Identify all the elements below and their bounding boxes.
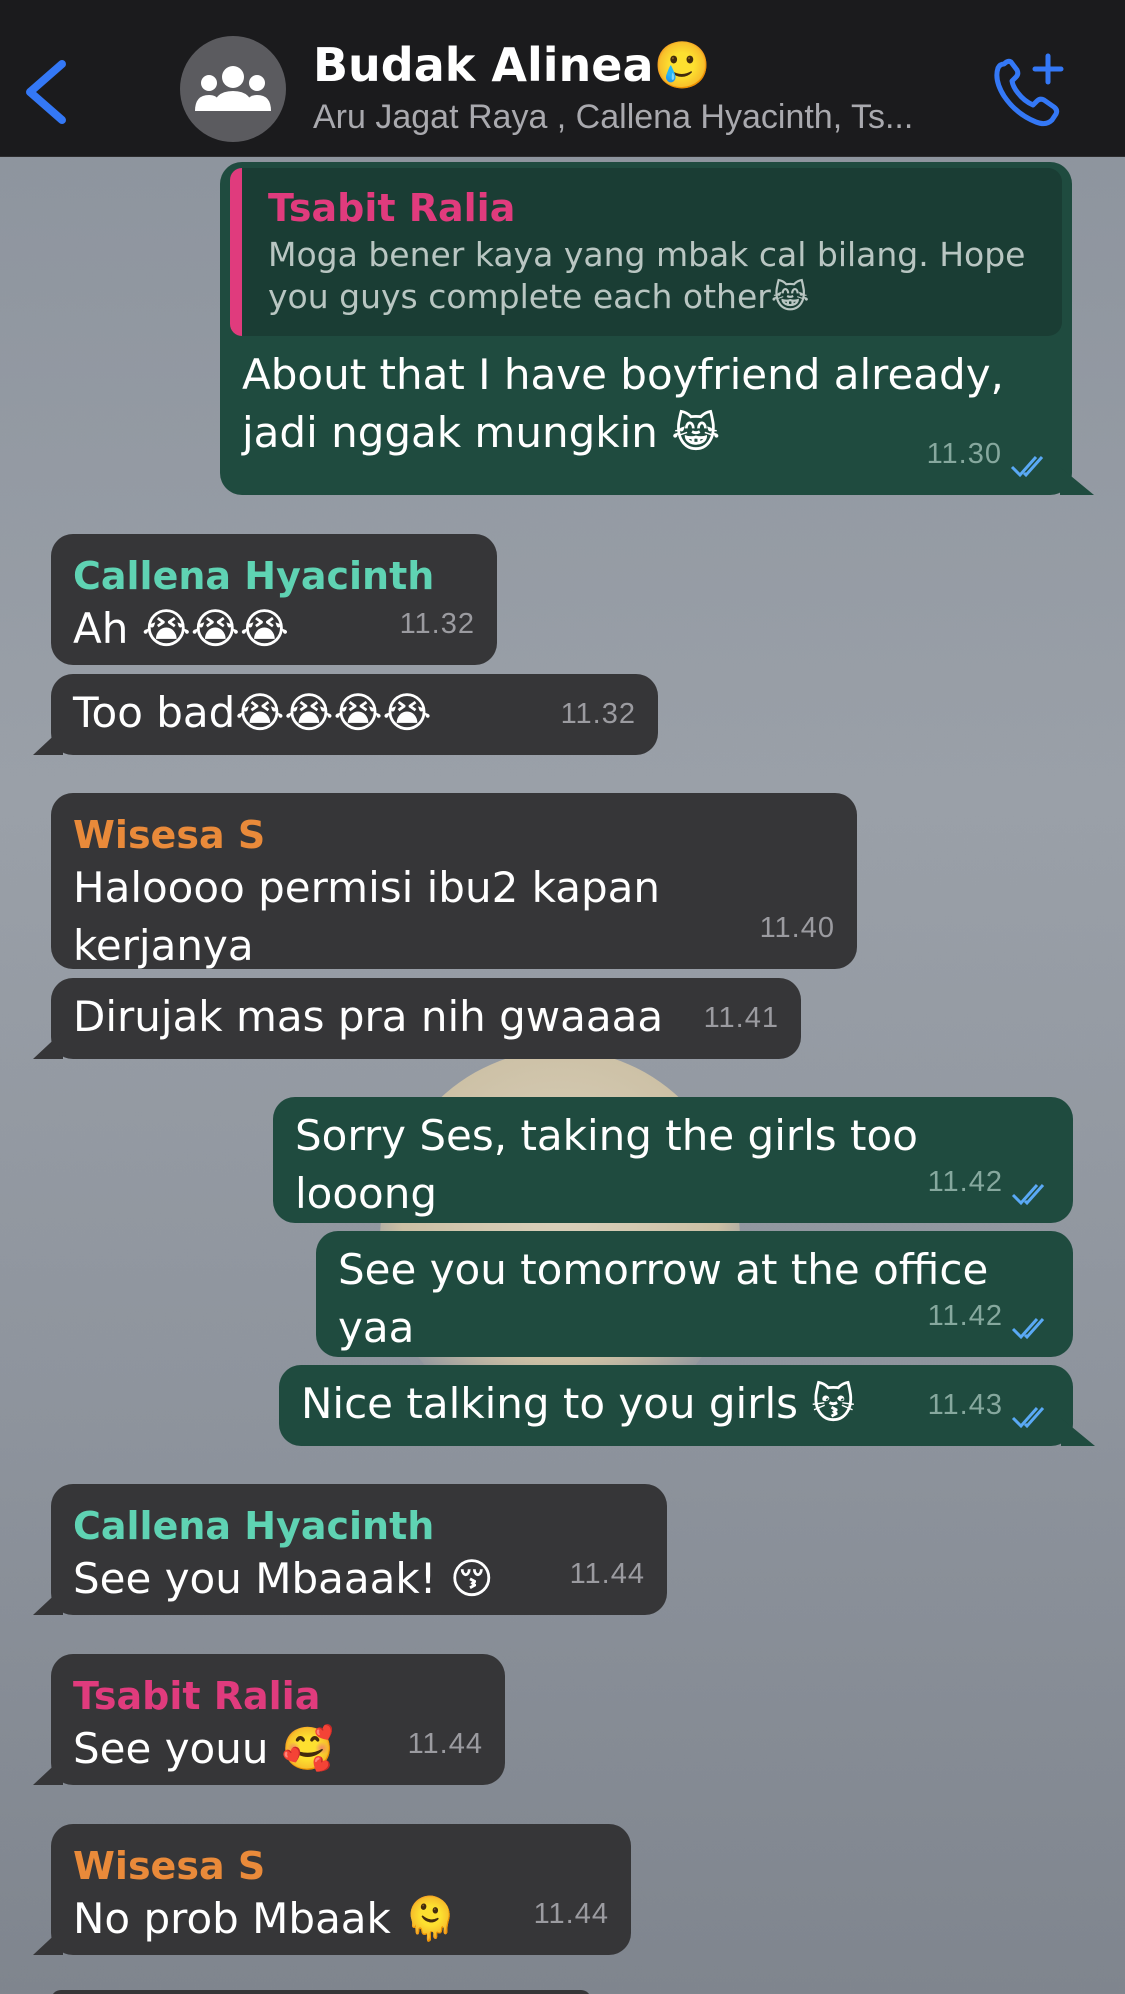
bubble-tail — [1061, 1418, 1095, 1446]
phone-plus-icon — [994, 53, 1064, 127]
quoted-sender: Tsabit Ralia — [268, 186, 516, 230]
message-bubble-incoming[interactable]: Callena Hyacinth See you Mbaaak! 😚 11.44 — [33, 1484, 667, 1615]
group-avatar[interactable] — [180, 36, 286, 142]
bubble-tail — [33, 1031, 63, 1059]
sender-name: Wisesa S — [73, 813, 266, 857]
message-bubble-incoming[interactable]: Wisesa S No prob Mbaak 🫠 11.44 — [33, 1824, 631, 1955]
message-time: 11.43 — [927, 1389, 1003, 1421]
message-bubble-outgoing[interactable]: Nice talking to you girls 😽 11.43 — [279, 1365, 1095, 1446]
read-ticks-icon — [1011, 1318, 1045, 1340]
bubble-tail — [1060, 467, 1094, 495]
sender-name: Callena Hyacinth — [73, 554, 435, 598]
message-bubble-incoming[interactable]: Tsabit Ralia See youu 🥰 11.44 — [33, 1654, 505, 1785]
bubble-tail — [33, 727, 63, 755]
read-ticks-icon — [1011, 1407, 1045, 1429]
add-call-button[interactable] — [990, 50, 1070, 130]
sender-name: Tsabit Ralia — [73, 1674, 321, 1718]
read-ticks-icon — [1011, 1184, 1045, 1206]
chat-title[interactable]: Budak Alinea🥲 — [313, 38, 711, 93]
message-bubble-incoming[interactable]: Callena Hyacinth Ah 😭😭😭 11.32 — [51, 534, 497, 665]
message-time: 11.42 — [927, 1166, 1003, 1198]
message-bubble-partial[interactable] — [51, 1990, 591, 1994]
message-text: Too bad😭😭😭😭 — [73, 688, 432, 737]
message-bubble-incoming[interactable]: Too bad😭😭😭😭 11.32 — [33, 674, 658, 755]
message-bubble-outgoing[interactable]: Sorry Ses, taking the girls too looong 1… — [273, 1097, 1073, 1223]
bubble-tail — [33, 1587, 63, 1615]
message-time: 11.41 — [703, 1002, 779, 1034]
quoted-message[interactable]: Tsabit Ralia Moga bener kaya yang mbak c… — [230, 168, 1062, 336]
quoted-text: Moga bener kaya yang mbak cal bilang. Ho… — [268, 235, 1026, 316]
message-time: 11.40 — [759, 912, 835, 944]
message-bubble-incoming[interactable]: Wisesa S Haloooo permisi ibu2 kapan kerj… — [51, 793, 857, 970]
back-button[interactable] — [18, 52, 78, 132]
bubble-tail — [33, 1757, 63, 1785]
message-time: 11.44 — [533, 1898, 609, 1930]
message-bubble-outgoing[interactable]: See you tomorrow at the office yaa 11.42 — [316, 1231, 1073, 1357]
message-time: 11.30 — [926, 438, 1002, 470]
message-bubble-outgoing[interactable]: Tsabit Ralia Moga bener kaya yang mbak c… — [220, 162, 1094, 495]
message-time: 11.42 — [927, 1300, 1003, 1332]
sender-name: Callena Hyacinth — [73, 1504, 435, 1548]
message-text: See you Mbaaak! 😚 — [73, 1554, 494, 1603]
group-people-icon — [195, 66, 271, 111]
message-time: 11.44 — [407, 1728, 483, 1760]
message-bubble-incoming[interactable]: Dirujak mas pra nih gwaaaa 11.41 — [33, 978, 801, 1059]
message-time: 11.44 — [569, 1558, 645, 1590]
message-time: 11.32 — [560, 698, 636, 730]
chat-header: Budak Alinea🥲 Aru Jagat Raya , Callena H… — [0, 0, 1125, 157]
message-text: No prob Mbaak 🫠 — [73, 1894, 457, 1943]
chevron-left-icon — [26, 60, 66, 124]
message-time: 11.32 — [399, 608, 475, 640]
message-text: Haloooo permisi ibu2 kapan kerjanya — [73, 863, 660, 970]
sender-name: Wisesa S — [73, 1844, 266, 1888]
message-text: Dirujak mas pra nih gwaaaa — [73, 992, 664, 1041]
chat-participants[interactable]: Aru Jagat Raya , Callena Hyacinth, Ts... — [313, 98, 983, 137]
quote-bar — [230, 168, 242, 336]
read-ticks-icon — [1010, 456, 1044, 478]
bubble-tail — [33, 1927, 63, 1955]
